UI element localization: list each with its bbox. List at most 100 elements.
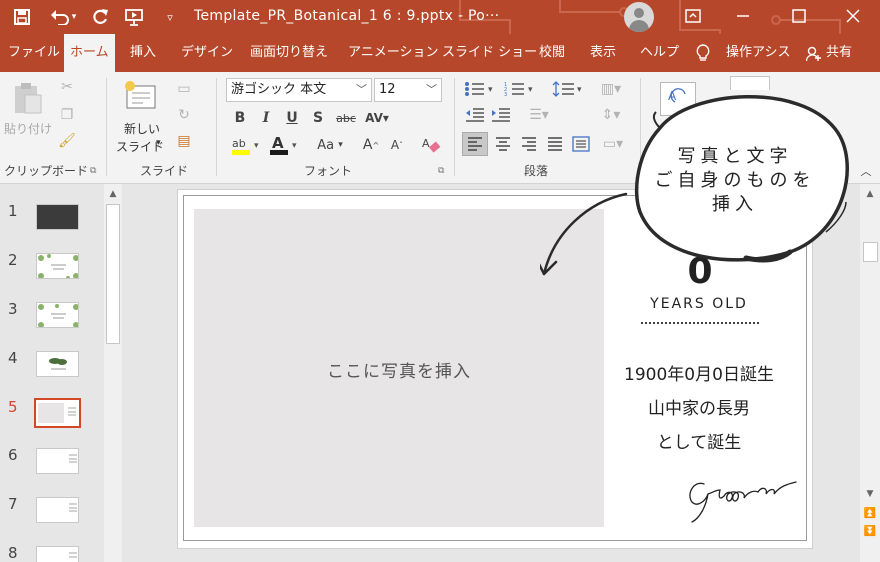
close-icon[interactable] [840, 4, 866, 28]
thumbnails-scrollbar[interactable]: ▲ [104, 184, 122, 562]
scroll-down-icon[interactable]: ▼ [862, 486, 878, 502]
font-launcher-icon[interactable]: ⧉ [438, 166, 448, 176]
tab-animations[interactable]: アニメーション [342, 34, 444, 72]
slide-thumbnail-5[interactable] [34, 398, 81, 428]
shrink-font-icon[interactable]: Aˇ [386, 134, 408, 156]
thumb-number: 7 [8, 495, 18, 513]
tab-help[interactable]: ヘルプ [634, 34, 685, 72]
callout-text-line2: ご自身のものを [654, 170, 816, 191]
reset-icon[interactable]: ↻ [174, 106, 194, 124]
callout-text-line3: 挿入 [712, 194, 758, 215]
undo-dropdown-icon[interactable]: ▾ [68, 6, 80, 28]
format-painter-icon[interactable]: 🖌 [58, 132, 76, 150]
align-left-icon[interactable] [462, 132, 488, 156]
birth-date-text[interactable]: 1900年0月0日誕生 [604, 360, 794, 385]
underline-icon[interactable]: U [282, 108, 302, 128]
shadow-icon[interactable]: S [308, 108, 328, 128]
thumb-number: 1 [8, 202, 18, 220]
previous-slide-icon[interactable]: ⏫ [862, 506, 878, 522]
italic-icon[interactable]: I [256, 108, 276, 128]
font-color-icon[interactable]: A ▾ [268, 134, 302, 156]
new-slide-label-1[interactable]: 新しい [124, 120, 160, 137]
tell-me-search[interactable]: 操作アシス [720, 34, 796, 72]
svg-text:▾: ▾ [292, 141, 297, 151]
slide-scrollbar[interactable]: ▲ ▼ ⏫ ⏬ [860, 184, 880, 562]
scroll-thumb[interactable] [106, 204, 120, 344]
chevron-down-icon: ﹀ [356, 83, 367, 96]
ribbon-display-options-icon[interactable] [680, 4, 706, 28]
bullets-icon[interactable]: ▾ [464, 80, 498, 98]
scroll-thumb[interactable] [863, 242, 878, 262]
slide-thumbnail-4[interactable] [36, 351, 79, 377]
next-slide-icon[interactable]: ⏬ [862, 524, 878, 540]
align-center-icon[interactable] [492, 132, 514, 156]
cut-icon[interactable]: ✂ [58, 78, 76, 96]
redo-icon[interactable] [88, 6, 112, 28]
numbering-icon[interactable]: 1 2 3 ▾ [504, 80, 538, 98]
paste-label[interactable]: 貼り付け [4, 120, 52, 137]
increase-indent-icon[interactable] [490, 106, 512, 124]
slide-thumbnails-panel: 1 2 3 4 5 6 7 8 ▲ [0, 184, 124, 562]
grow-font-icon[interactable]: A ^ [360, 134, 382, 156]
section-icon[interactable]: ▤ [174, 132, 194, 150]
clear-formatting-icon[interactable]: A [420, 134, 442, 156]
svg-text:A: A [422, 137, 430, 150]
svg-text:A: A [272, 134, 284, 152]
decrease-indent-icon[interactable] [464, 106, 486, 124]
copy-icon[interactable]: ❐ [58, 106, 76, 124]
thumb-number: 5 [8, 398, 18, 416]
new-slide-icon[interactable] [122, 78, 160, 114]
scroll-up-icon[interactable]: ▲ [862, 186, 878, 202]
align-right-icon[interactable] [518, 132, 540, 156]
svg-text:▾: ▾ [254, 141, 259, 151]
strikethrough-icon[interactable]: abc [334, 108, 358, 128]
minimize-icon[interactable] [730, 4, 756, 28]
present-from-start-icon[interactable] [122, 6, 146, 28]
tab-design[interactable]: デザイン [175, 34, 239, 72]
bold-icon[interactable]: B [230, 108, 250, 128]
slide-thumbnail-2[interactable] [36, 253, 79, 279]
tab-view[interactable]: 表示 [584, 34, 622, 72]
share-button[interactable]: 共有 [820, 34, 858, 72]
customize-qat-icon[interactable]: ▿ [158, 6, 182, 28]
character-spacing-icon[interactable]: AV▾ [362, 108, 392, 128]
tab-slideshow[interactable]: スライド ショー [436, 34, 543, 72]
birth-text[interactable]: として誕生 [604, 428, 794, 453]
save-icon[interactable] [10, 6, 34, 28]
thumb-number: 4 [8, 349, 18, 367]
tab-insert[interactable]: 挿入 [124, 34, 162, 72]
paste-icon[interactable] [10, 80, 46, 116]
font-size-value: 12 [379, 82, 396, 97]
maximize-icon[interactable] [786, 4, 812, 28]
tab-transitions[interactable]: 画面切り替え [244, 34, 334, 72]
avatar[interactable] [624, 2, 654, 32]
slide-thumbnail-6[interactable] [36, 448, 79, 474]
highlight-icon[interactable]: ab ▾ [230, 134, 264, 156]
change-case-label: Aa [317, 137, 335, 153]
family-text[interactable]: 山中家の長男 [604, 394, 794, 419]
chevron-down-icon: ﹀ [426, 83, 437, 96]
thumb-number: 6 [8, 446, 18, 464]
years-old-text[interactable]: YEARS OLD [604, 296, 794, 312]
clipboard-launcher-icon[interactable]: ⧉ [90, 166, 100, 176]
tab-review[interactable]: 校閲 [533, 34, 571, 72]
font-size-combo[interactable]: 12 ﹀ [374, 78, 442, 102]
thumb-number: 2 [8, 251, 18, 269]
slides-group-label: スライド [140, 164, 189, 178]
svg-text:▾: ▾ [528, 85, 533, 95]
font-name-combo[interactable]: 游ゴシック 本文 ﹀ [226, 78, 372, 102]
svg-text:▾: ▾ [488, 85, 493, 95]
collapse-ribbon-icon[interactable]: ︿ [858, 164, 874, 178]
change-case-icon[interactable]: Aa ▾ [310, 134, 350, 156]
slide-thumbnail-3[interactable] [36, 302, 79, 328]
photo-placeholder-text: ここに写真を挿入 [327, 362, 471, 382]
callout-text-line1: 写真と文字 [677, 146, 793, 167]
slide-thumbnail-8[interactable] [36, 546, 79, 562]
tab-home[interactable]: ホーム [64, 34, 115, 72]
slide-thumbnail-7[interactable] [36, 497, 79, 523]
tab-file[interactable]: ファイル [2, 34, 66, 72]
scroll-up-icon[interactable]: ▲ [105, 186, 121, 202]
slide-thumbnail-1[interactable] [36, 204, 79, 230]
layout-icon[interactable]: ▭ [174, 80, 194, 98]
thumb-number: 8 [8, 544, 18, 562]
